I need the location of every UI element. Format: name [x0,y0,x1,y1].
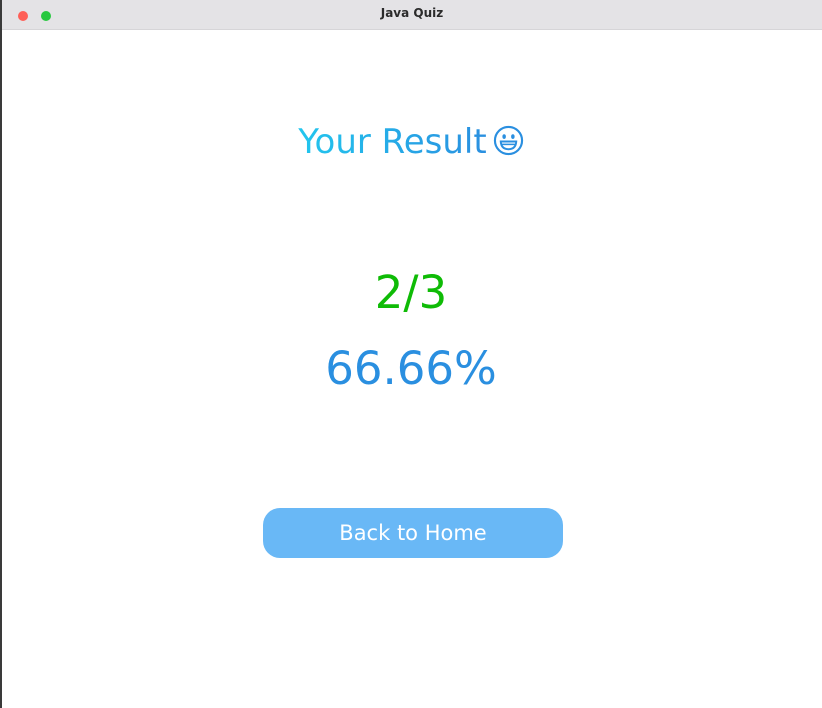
app-window: Java Quiz Your Result 2/3 66.66% Back to… [0,0,822,708]
window-title: Java Quiz [380,6,444,20]
result-heading-text: Your Result [298,122,487,162]
title-bar[interactable]: Java Quiz [2,0,822,30]
score-value: 2/3 [374,266,448,319]
result-heading: Your Result [0,120,822,164]
back-to-home-button[interactable]: Back to Home [263,508,563,558]
grinning-face-icon [493,125,523,156]
percentage-value: 66.66% [325,342,497,395]
